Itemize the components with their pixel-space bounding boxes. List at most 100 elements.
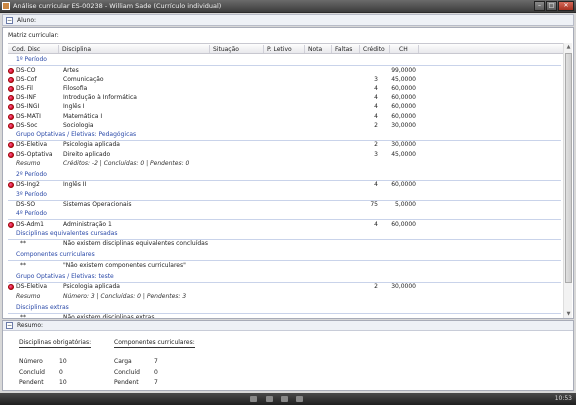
- group-header[interactable]: 3º Período: [8, 191, 561, 201]
- componentes-value: 7: [154, 379, 158, 386]
- aluno-panel: − Aluno:: [2, 14, 574, 26]
- taskbar-app-icon[interactable]: [296, 396, 303, 402]
- cod-disc-cell: DS-CO: [16, 66, 36, 74]
- disciplina-cell: Matemática I: [63, 112, 103, 120]
- group-header[interactable]: Disciplinas equivalentes cursadas: [8, 230, 561, 240]
- group-header[interactable]: Disciplinas extras: [8, 304, 561, 314]
- note-text: "Não existem componentes curriculares": [63, 261, 186, 269]
- taskbar-clock: 10:53: [554, 395, 572, 402]
- componentes-title: Componentes curriculares:: [114, 339, 195, 348]
- red-status-icon: [8, 76, 14, 83]
- obrigatorias-label: Número: [19, 358, 43, 365]
- col-cod-disc[interactable]: Cod. Disc: [12, 46, 40, 53]
- ch-cell: 60,0000: [391, 220, 416, 228]
- matriz-label: Matriz curricular:: [8, 32, 59, 39]
- collapse-aluno-icon[interactable]: −: [6, 17, 13, 24]
- col-separator: [263, 45, 264, 53]
- cod-disc-cell: DS-Adm1: [16, 220, 44, 228]
- cod-disc-cell: DS-Cof: [16, 75, 37, 83]
- credito-cell: 4: [374, 94, 378, 102]
- group-header[interactable]: 2º Período: [8, 171, 561, 181]
- ch-cell: 60,0000: [391, 84, 416, 92]
- disciplina-cell: Direito aplicado: [63, 150, 111, 158]
- col-separator: [209, 45, 210, 53]
- resumo-panel: − Resumo: Disciplinas obrigatórias: Núme…: [2, 320, 574, 391]
- app-icon: [2, 2, 10, 10]
- obrigatorias-value: 10: [59, 358, 67, 365]
- disciplina-cell: Inglês II: [63, 181, 87, 189]
- ch-cell: 30,0000: [391, 283, 416, 291]
- resumo-header: − Resumo:: [3, 321, 573, 331]
- col-p-letivo[interactable]: P. Letivo: [267, 46, 292, 53]
- obrigatorias-label: Pendent: [19, 379, 44, 386]
- group-title: 3º Período: [16, 190, 47, 198]
- cod-disc-cell: DS-INGI: [16, 103, 40, 111]
- componentes-label: Pendent: [114, 379, 139, 386]
- col-separator: [331, 45, 332, 53]
- taskbar-app-icon[interactable]: [250, 396, 257, 402]
- note-row: ** Não existem disciplinas equivalentes c…: [8, 240, 561, 250]
- red-status-icon: [8, 221, 14, 228]
- group-header[interactable]: 4º Período: [8, 210, 561, 221]
- ch-cell: 60,0000: [391, 94, 416, 102]
- close-button[interactable]: ✕: [558, 1, 574, 11]
- col-ch[interactable]: CH: [399, 46, 408, 53]
- col-nota[interactable]: Nota: [308, 46, 322, 53]
- taskbar: 10:53: [0, 393, 576, 405]
- red-status-icon: [8, 85, 14, 92]
- maximize-button[interactable]: □: [546, 1, 557, 11]
- minimize-button[interactable]: –: [534, 1, 545, 11]
- red-status-icon: [8, 284, 14, 291]
- obrigatorias-label: Concluíd: [19, 369, 45, 376]
- grid-body: 1º Período DS-CO Artes 99,0000 DS-Cof Comunic…: [8, 56, 561, 318]
- col-faltas[interactable]: Faltas: [335, 46, 352, 53]
- group-title: Grupo Optativas / Eletivas: Pedagógicas: [16, 130, 137, 138]
- window-title: Análise curricular ES-00238 - William Sa…: [13, 2, 222, 10]
- group-header[interactable]: 1º Período: [8, 56, 561, 66]
- collapse-resumo-icon[interactable]: −: [6, 322, 13, 329]
- scrollbar-thumb[interactable]: [565, 53, 572, 283]
- scroll-down-icon[interactable]: ▼: [565, 310, 572, 318]
- credito-cell: 4: [374, 220, 378, 228]
- taskbar-app-icon[interactable]: [281, 396, 288, 402]
- credito-cell: 4: [374, 112, 378, 120]
- disciplina-cell: Psicologia aplicada: [63, 141, 120, 149]
- aluno-label: Aluno:: [17, 17, 37, 24]
- disciplina-cell: Artes: [63, 66, 79, 74]
- ch-cell: 45,0000: [391, 150, 416, 158]
- ch-cell: 5,0000: [395, 201, 416, 208]
- disciplina-cell: Inglês I: [63, 103, 85, 111]
- vertical-scrollbar[interactable]: ▲ ▼: [563, 43, 572, 318]
- note-text: Não existem disciplinas equivalentes con…: [63, 240, 208, 248]
- note-marker: **: [20, 261, 26, 269]
- cod-disc-cell: DS-Soc: [16, 121, 38, 129]
- credito-cell: 4: [374, 103, 378, 111]
- red-status-icon: [8, 142, 14, 149]
- matriz-panel: Matriz curricular: Cod. Disc Disciplina …: [2, 27, 574, 319]
- credito-cell: 75: [370, 201, 378, 208]
- disciplina-cell: Comunicação: [63, 75, 104, 83]
- componentes-value: 0: [154, 369, 158, 376]
- cod-disc-cell: DS-INF: [16, 94, 37, 102]
- group-header[interactable]: Grupo Optativas / Eletivas: Pedagógicas: [8, 131, 561, 141]
- ch-cell: 99,0000: [391, 66, 416, 74]
- ch-cell: 60,0000: [391, 181, 416, 189]
- col-credito[interactable]: Crédito: [363, 46, 385, 53]
- disciplina-cell: Introdução à Informática: [63, 94, 137, 102]
- group-header[interactable]: Componentes curriculares: [8, 251, 561, 262]
- resumo-row: Resumo Número: 3 | Concluídas: 0 | Penden…: [8, 293, 561, 303]
- col-separator: [418, 45, 419, 53]
- cod-disc-cell: DS-MATI: [16, 112, 41, 120]
- scroll-up-icon[interactable]: ▲: [565, 43, 572, 51]
- group-title: Grupo Optativas / Eletivas: teste: [16, 272, 114, 280]
- col-disciplina[interactable]: Disciplina: [62, 46, 91, 53]
- credito-cell: 4: [374, 181, 378, 189]
- taskbar-app-icon[interactable]: [266, 396, 273, 402]
- red-status-icon: [8, 151, 14, 158]
- note-marker: **: [20, 314, 26, 318]
- group-header[interactable]: Grupo Optativas / Eletivas: teste: [8, 273, 561, 283]
- col-situacao[interactable]: Situação: [213, 46, 239, 53]
- componentes-label: Carga: [114, 358, 132, 365]
- disciplina-cell: Sociologia: [63, 121, 94, 129]
- cod-disc-cell: DS-Eletiva: [16, 283, 47, 291]
